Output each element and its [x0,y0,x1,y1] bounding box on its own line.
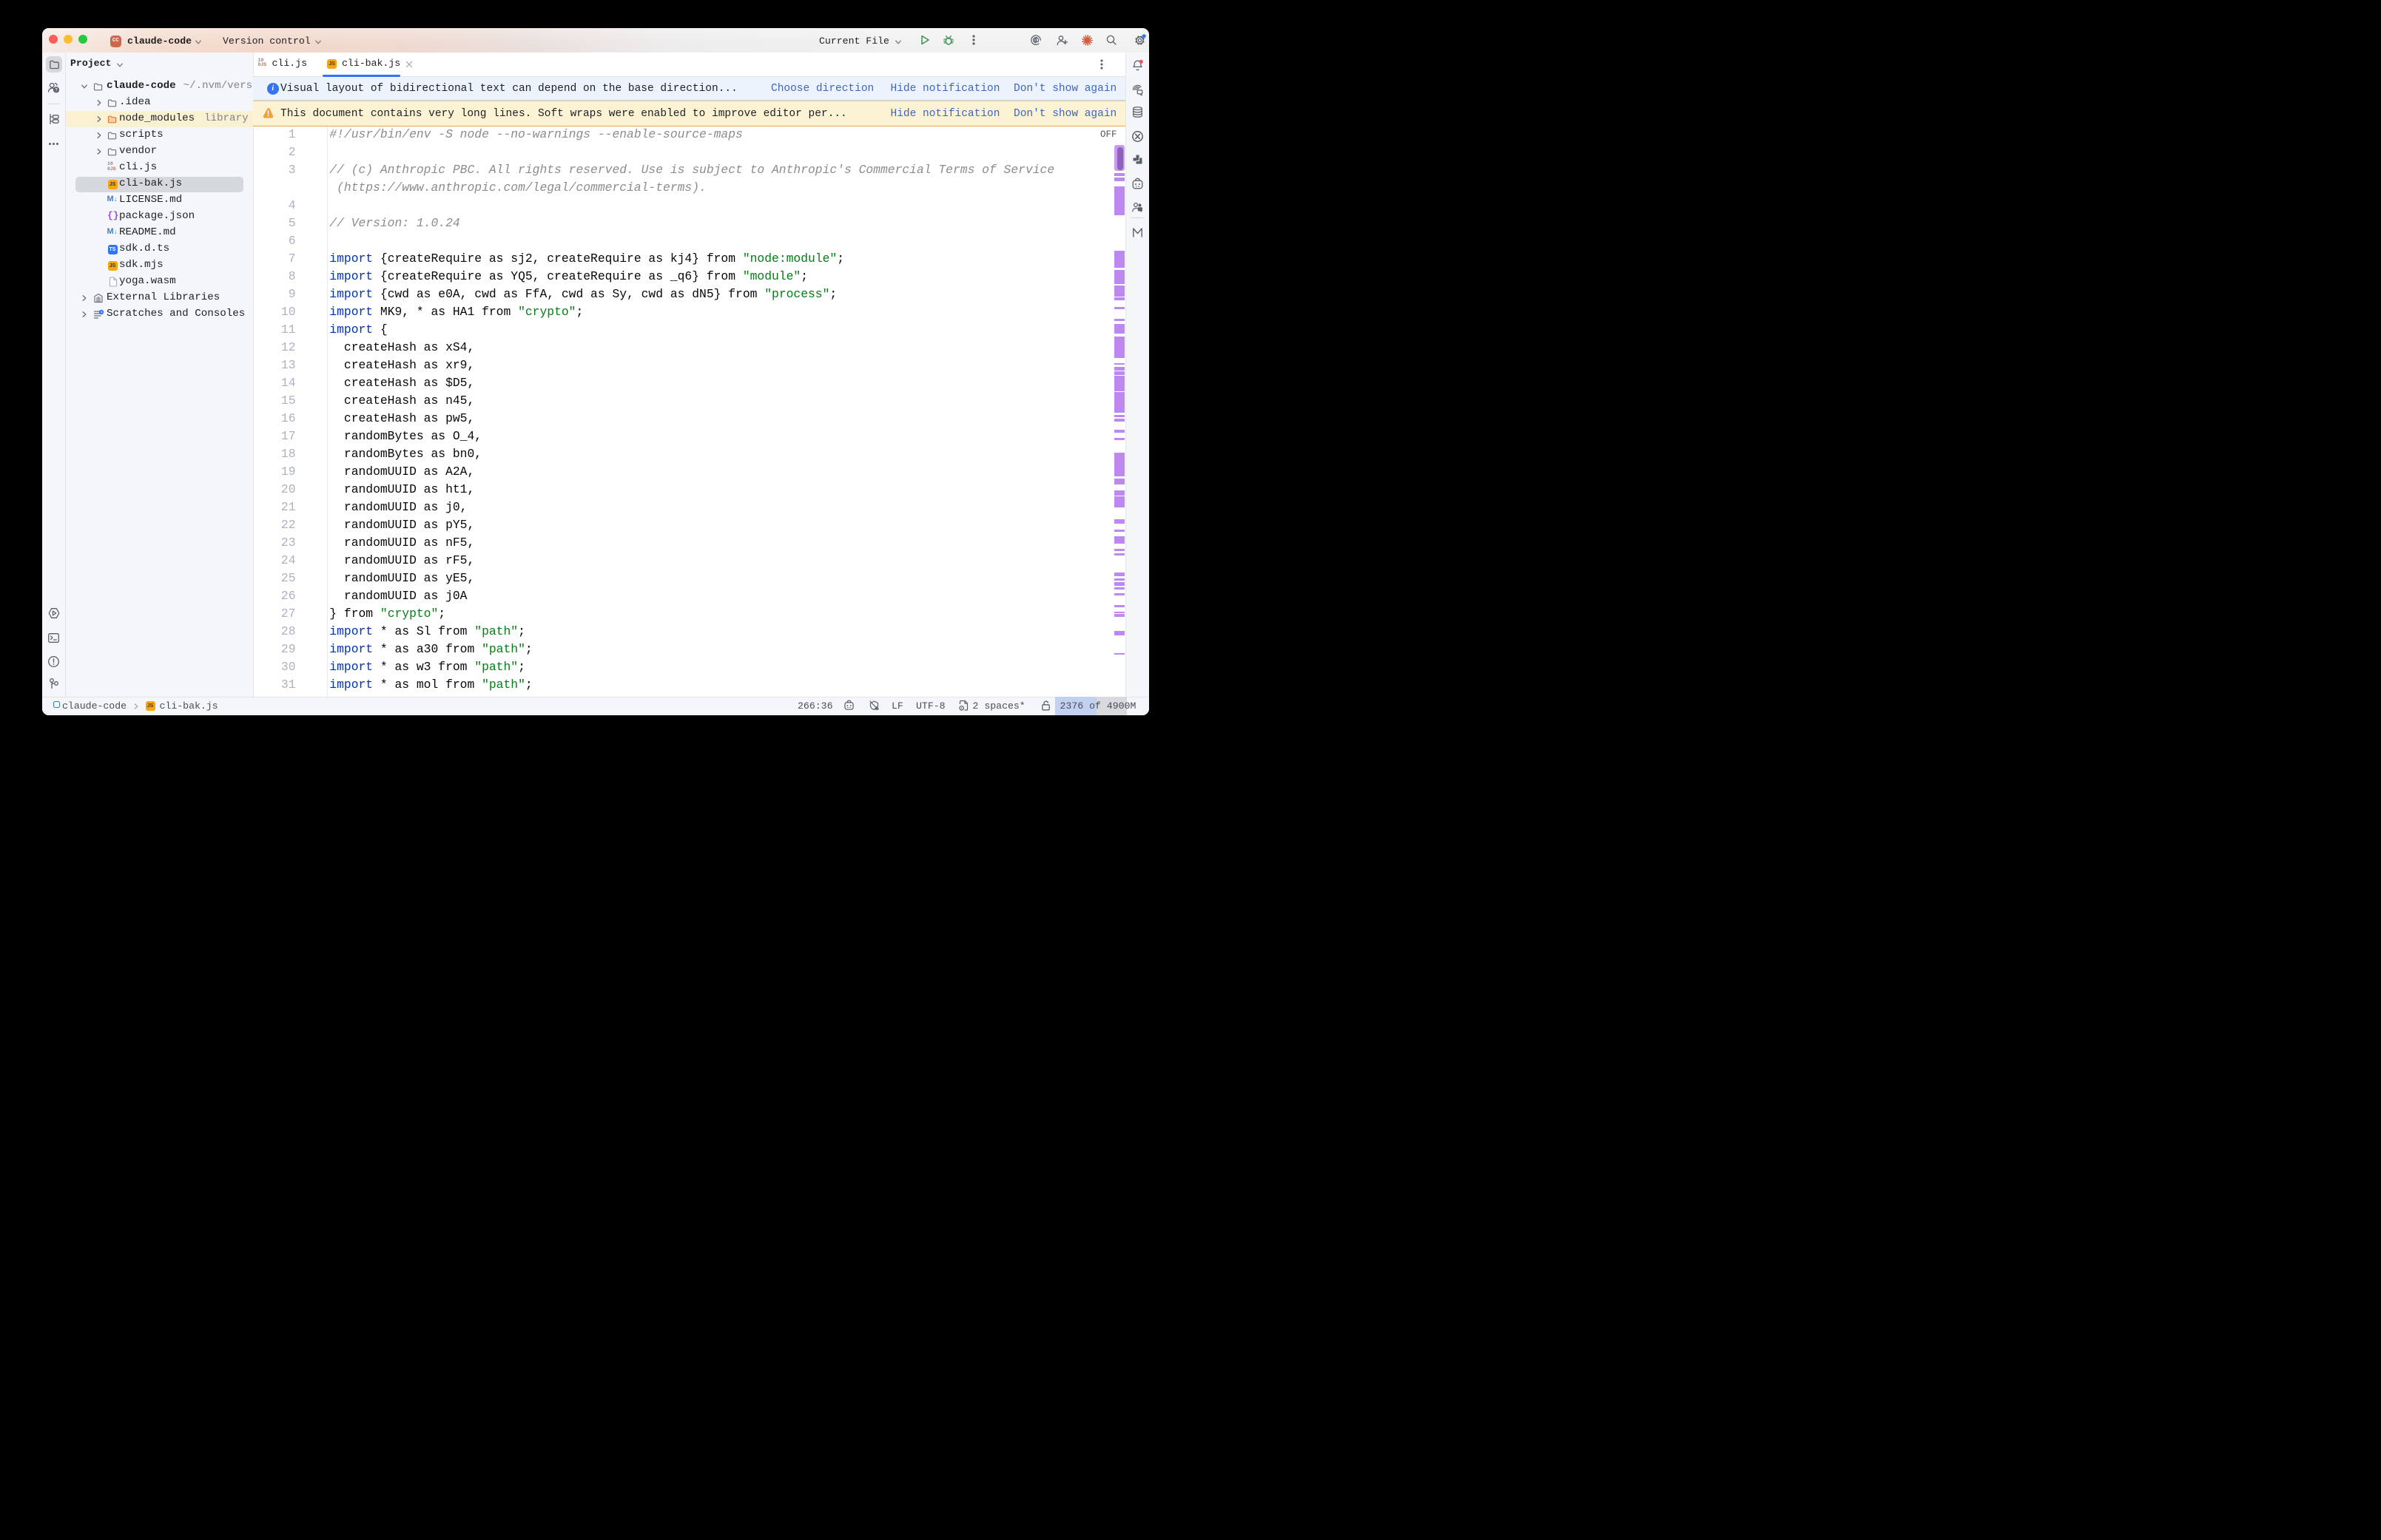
svg-text:?: ? [55,87,58,92]
